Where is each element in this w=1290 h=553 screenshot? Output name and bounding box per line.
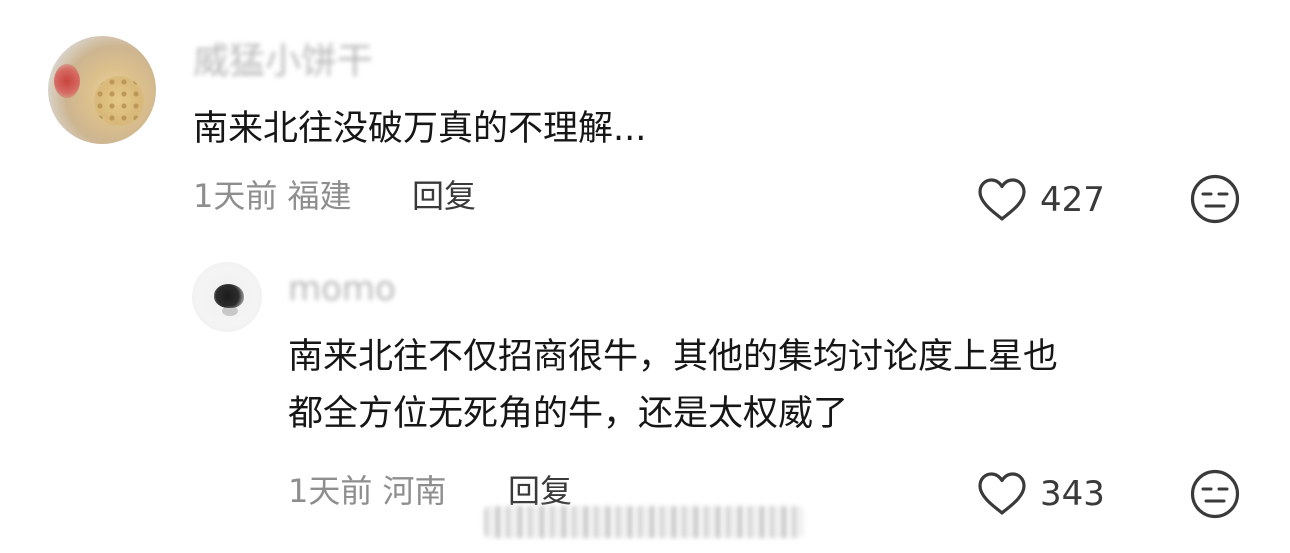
comment-text: 南来北往不仅招商很牛，其他的集均讨论度上星也 <box>288 337 1059 377</box>
comment-text: 都全方位无死角的牛，还是太权威了 <box>288 394 849 434</box>
unhappy-face-icon[interactable] <box>1189 468 1241 520</box>
like-count: 427 <box>1040 180 1105 220</box>
avatar-image-detail <box>54 64 80 98</box>
comment-meta: 1天前 河南 <box>288 472 447 510</box>
avatar-image-detail <box>214 284 244 308</box>
avatar[interactable] <box>48 36 156 144</box>
heart-outline-icon[interactable] <box>976 471 1028 517</box>
avatar-image-detail <box>94 76 144 126</box>
blurred-overlay <box>484 506 804 538</box>
like-count: 343 <box>1040 474 1105 514</box>
unhappy-face-icon[interactable] <box>1189 173 1241 225</box>
heart-outline-icon[interactable] <box>976 177 1028 223</box>
username[interactable]: 威猛小饼干 <box>193 44 373 80</box>
avatar[interactable] <box>192 262 262 332</box>
comment-text: 南来北往没破万真的不理解... <box>193 109 647 149</box>
reply-button[interactable]: 回复 <box>412 180 476 212</box>
username[interactable]: momo <box>288 272 396 306</box>
comment-meta: 1天前 福建 <box>193 177 352 215</box>
avatar-image-detail <box>222 306 238 316</box>
reply-button[interactable]: 回复 <box>508 475 572 507</box>
